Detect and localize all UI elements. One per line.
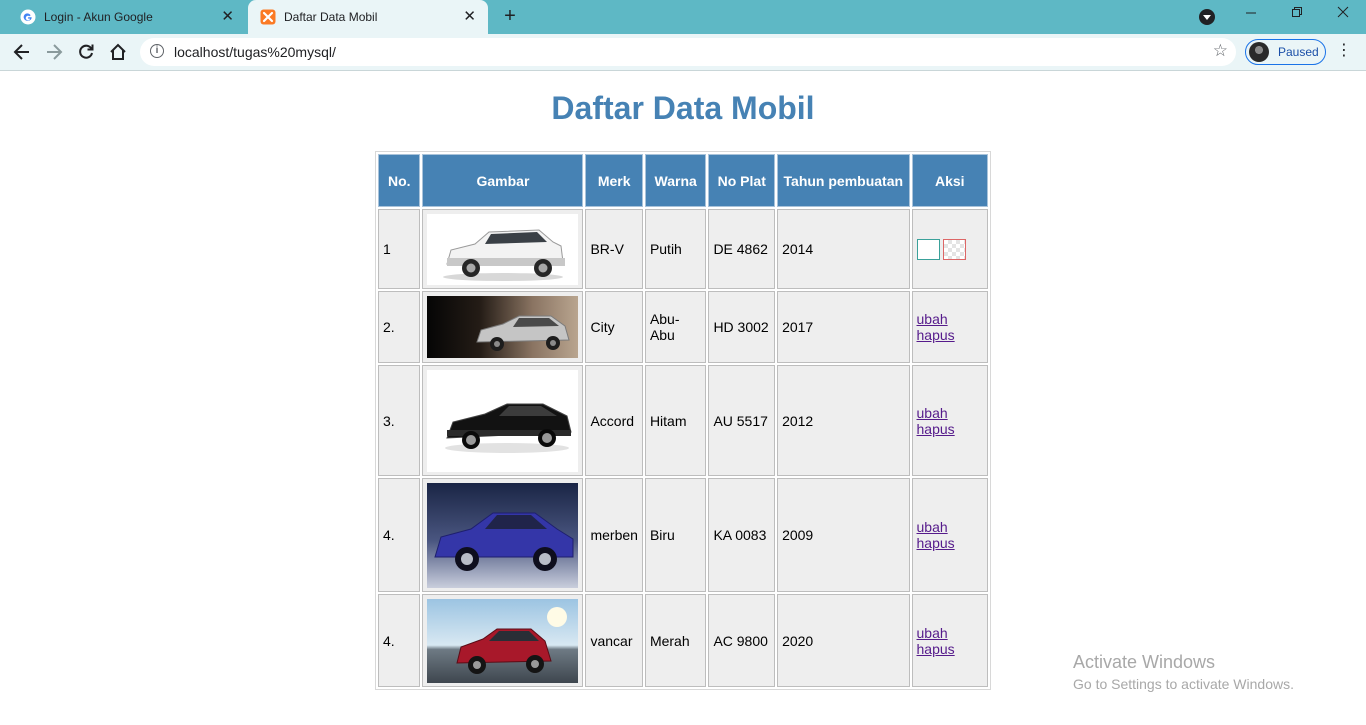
- cell-image: [422, 291, 584, 363]
- delete-link[interactable]: hapus: [917, 535, 955, 551]
- windows-activation-watermark: Activate Windows Go to Settings to activ…: [1073, 652, 1294, 692]
- cell-image: [422, 478, 584, 592]
- new-tab-button[interactable]: +: [500, 5, 520, 28]
- cell-tahun: 2020: [777, 594, 910, 687]
- watermark-title: Activate Windows: [1073, 652, 1216, 672]
- delete-link[interactable]: hapus: [917, 421, 955, 437]
- more-menu-icon[interactable]: ⋮: [1336, 42, 1352, 60]
- restore-button[interactable]: [1282, 4, 1312, 23]
- cell-tahun: 2014: [777, 209, 910, 289]
- browser-toolbar: i localhost/tugas%20mysql/ ☆ Paused ⋮: [0, 34, 1366, 71]
- table-header-row: No. Gambar Merk Warna No Plat Tahun pemb…: [378, 154, 988, 207]
- edit-link[interactable]: ubah: [917, 625, 948, 641]
- home-button[interactable]: [106, 40, 130, 64]
- table-row: 1 BR-V Putih DE 4862 2014: [378, 209, 988, 289]
- edit-link[interactable]: ubah: [917, 519, 948, 535]
- cell-aksi: [911, 209, 988, 289]
- column-header: Warna: [644, 154, 707, 207]
- back-button[interactable]: [10, 40, 34, 64]
- cell-image: [422, 594, 584, 687]
- cell-image: [422, 209, 584, 289]
- cell-tahun: 2012: [777, 365, 910, 476]
- avatar: [1249, 42, 1269, 62]
- table-row: 3. Accord Hitam AU 5517 2012 ubah hapus: [378, 365, 988, 476]
- cell-warna: Merah: [644, 594, 707, 687]
- cell-merk: vancar: [585, 594, 643, 687]
- cell-no: 3.: [378, 365, 421, 476]
- car-image: [427, 482, 579, 588]
- car-image: [427, 598, 579, 683]
- cell-plat: AU 5517: [708, 365, 776, 476]
- car-image: [427, 369, 579, 472]
- tab-search-icon[interactable]: [1199, 9, 1215, 25]
- cell-aksi: ubah hapus: [911, 478, 988, 592]
- cell-warna: Biru: [644, 478, 707, 592]
- tab-google-login[interactable]: Login - Akun Google ✕: [8, 0, 246, 34]
- column-header: Gambar: [422, 154, 584, 207]
- edit-broken-image-icon[interactable]: [916, 238, 940, 260]
- cell-plat: AC 9800: [708, 594, 776, 687]
- profile-status: Paused: [1278, 45, 1319, 59]
- table-row: 2. City Abu-Abu HD 3002 2017 ubah hapus: [378, 291, 988, 363]
- table-row: 4. vancar Merah AC 9800 2020 ubah hapus: [378, 594, 988, 687]
- cell-no: 2.: [378, 291, 421, 363]
- cell-merk: City: [585, 291, 643, 363]
- car-table: No. Gambar Merk Warna No Plat Tahun pemb…: [375, 151, 991, 690]
- cell-warna: Hitam: [644, 365, 707, 476]
- minimize-button[interactable]: [1236, 4, 1266, 23]
- cell-aksi: ubah hapus: [911, 594, 988, 687]
- close-icon[interactable]: ✕: [221, 8, 234, 26]
- cell-warna: Abu-Abu: [644, 291, 707, 363]
- cell-warna: Putih: [644, 209, 707, 289]
- column-header: No Plat: [708, 154, 776, 207]
- car-image: [427, 296, 579, 358]
- cell-tahun: 2017: [777, 291, 910, 363]
- cell-merk: merben: [585, 478, 643, 592]
- cell-no: 4.: [378, 478, 421, 592]
- column-header: Aksi: [911, 154, 988, 207]
- car-image: [427, 213, 579, 285]
- cell-plat: HD 3002: [708, 291, 776, 363]
- tab-title: Login - Akun Google: [44, 10, 153, 24]
- page-title: Daftar Data Mobil: [551, 90, 815, 126]
- edit-link[interactable]: ubah: [917, 311, 948, 327]
- tab-daftar-data-mobil[interactable]: Daftar Data Mobil ✕: [248, 0, 488, 34]
- cell-no: 4.: [378, 594, 421, 687]
- tab-title: Daftar Data Mobil: [284, 10, 378, 24]
- column-header: No.: [378, 154, 421, 207]
- xampp-icon: [260, 9, 276, 25]
- tab-strip: Login - Akun Google ✕ Daftar Data Mobil …: [0, 0, 1366, 34]
- column-header: Merk: [585, 154, 643, 207]
- delete-broken-image-icon[interactable]: [942, 238, 966, 260]
- cell-merk: BR-V: [585, 209, 643, 289]
- forward-button[interactable]: [42, 40, 66, 64]
- bookmark-star-icon[interactable]: ☆: [1213, 41, 1228, 61]
- table-row: 4. merben Biru KA 0083 2009 ubah hapus: [378, 478, 988, 592]
- watermark-subtitle: Go to Settings to activate Windows.: [1073, 676, 1294, 692]
- cell-aksi: ubah hapus: [911, 365, 988, 476]
- delete-link[interactable]: hapus: [917, 641, 955, 657]
- edit-link[interactable]: ubah: [917, 405, 948, 421]
- close-window-button[interactable]: [1328, 4, 1358, 23]
- delete-link[interactable]: hapus: [917, 327, 955, 343]
- address-bar[interactable]: i localhost/tugas%20mysql/ ☆: [140, 38, 1236, 66]
- cell-plat: DE 4862: [708, 209, 776, 289]
- cell-aksi: ubah hapus: [911, 291, 988, 363]
- cell-merk: Accord: [585, 365, 643, 476]
- reload-button[interactable]: [74, 40, 98, 64]
- column-header: Tahun pembuatan: [777, 154, 910, 207]
- cell-image: [422, 365, 584, 476]
- close-icon[interactable]: ✕: [463, 8, 476, 26]
- profile-button[interactable]: Paused: [1245, 39, 1326, 65]
- cell-plat: KA 0083: [708, 478, 776, 592]
- google-icon: [20, 9, 36, 25]
- cell-tahun: 2009: [777, 478, 910, 592]
- site-info-icon[interactable]: i: [150, 44, 164, 58]
- cell-no: 1: [378, 209, 421, 289]
- address-url[interactable]: localhost/tugas%20mysql/: [174, 44, 336, 60]
